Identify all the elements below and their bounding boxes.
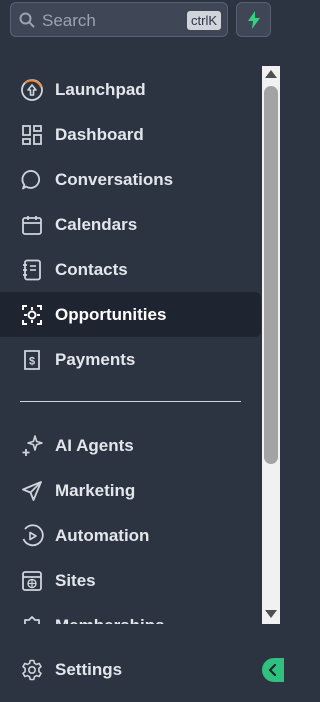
contacts-book-icon [23,259,41,281]
sidebar-item-label: Contacts [55,260,128,279]
sidebar-item-label: Conversations [55,170,174,189]
sidebar-item-automation[interactable]: Automation [0,513,261,558]
collapse-sidebar-button[interactable] [262,658,284,682]
sidebar-item-ai-agents[interactable]: AI Agents [0,423,261,468]
memberships-icon [23,616,41,624]
sidebar-item-contacts[interactable]: Contacts [0,247,261,292]
sidebar-item-label: Memberships [55,616,165,624]
search-placeholder: Search [42,11,96,30]
launchpad-icon [21,79,43,101]
sidebar-item-opportunities[interactable]: Opportunities [0,292,261,337]
sidebar-item-label: Automation [55,526,150,545]
sidebar-item-conversations[interactable]: Conversations [0,157,261,202]
sidebar-item-sites[interactable]: Sites [0,558,261,603]
sidebar-item-label: AI Agents [55,436,134,455]
sidebar-item-label: Calendars [55,215,138,234]
calendar-icon [22,216,42,235]
gear-icon [22,659,42,681]
sidebar-item-label: Marketing [55,481,136,500]
search-input[interactable]: Search ctrlK [10,2,228,37]
sidebar-item-label: Opportunities [55,305,167,324]
nav-divider [20,401,241,402]
dashboard-grid-icon [22,125,42,145]
sidebar-item-label: Payments [55,350,136,369]
lightning-bolt-icon [248,11,260,29]
scroll-down-arrow-icon[interactable] [265,610,277,618]
sidebar-item-payments[interactable]: $ Payments [0,337,261,382]
sidebar-item-launchpad[interactable]: Launchpad [0,67,261,112]
svg-text:$: $ [29,356,35,368]
keyboard-shortcut-badge: ctrlK [187,11,221,30]
sites-globe-icon [22,571,42,591]
settings-label: Settings [55,660,123,679]
automation-play-icon [22,524,44,547]
sidebar-nav: Launchpad Dashboard Conversations Calend… [0,66,261,624]
sidebar-item-memberships[interactable]: Memberships [0,603,261,624]
sidebar-item-marketing[interactable]: Marketing [0,468,261,513]
opportunities-icon [22,305,42,325]
payments-receipt-icon: $ [24,350,40,370]
sidebar-item-settings[interactable]: Settings [0,647,262,692]
search-icon [19,12,35,28]
sidebar-item-label: Launchpad [55,80,146,99]
scrollbar-thumb[interactable] [264,86,278,464]
sidebar-item-label: Sites [55,571,96,590]
quick-action-button[interactable] [236,2,271,37]
send-plane-icon [22,481,42,501]
sparkle-icon [22,435,43,456]
sidebar-item-label: Dashboard [55,125,144,144]
scroll-up-arrow-icon[interactable] [265,70,277,78]
sidebar-item-dashboard[interactable]: Dashboard [0,112,261,157]
sidebar-item-calendars[interactable]: Calendars [0,202,261,247]
chat-bubble-icon [21,170,41,190]
chevron-left-icon [268,664,277,676]
